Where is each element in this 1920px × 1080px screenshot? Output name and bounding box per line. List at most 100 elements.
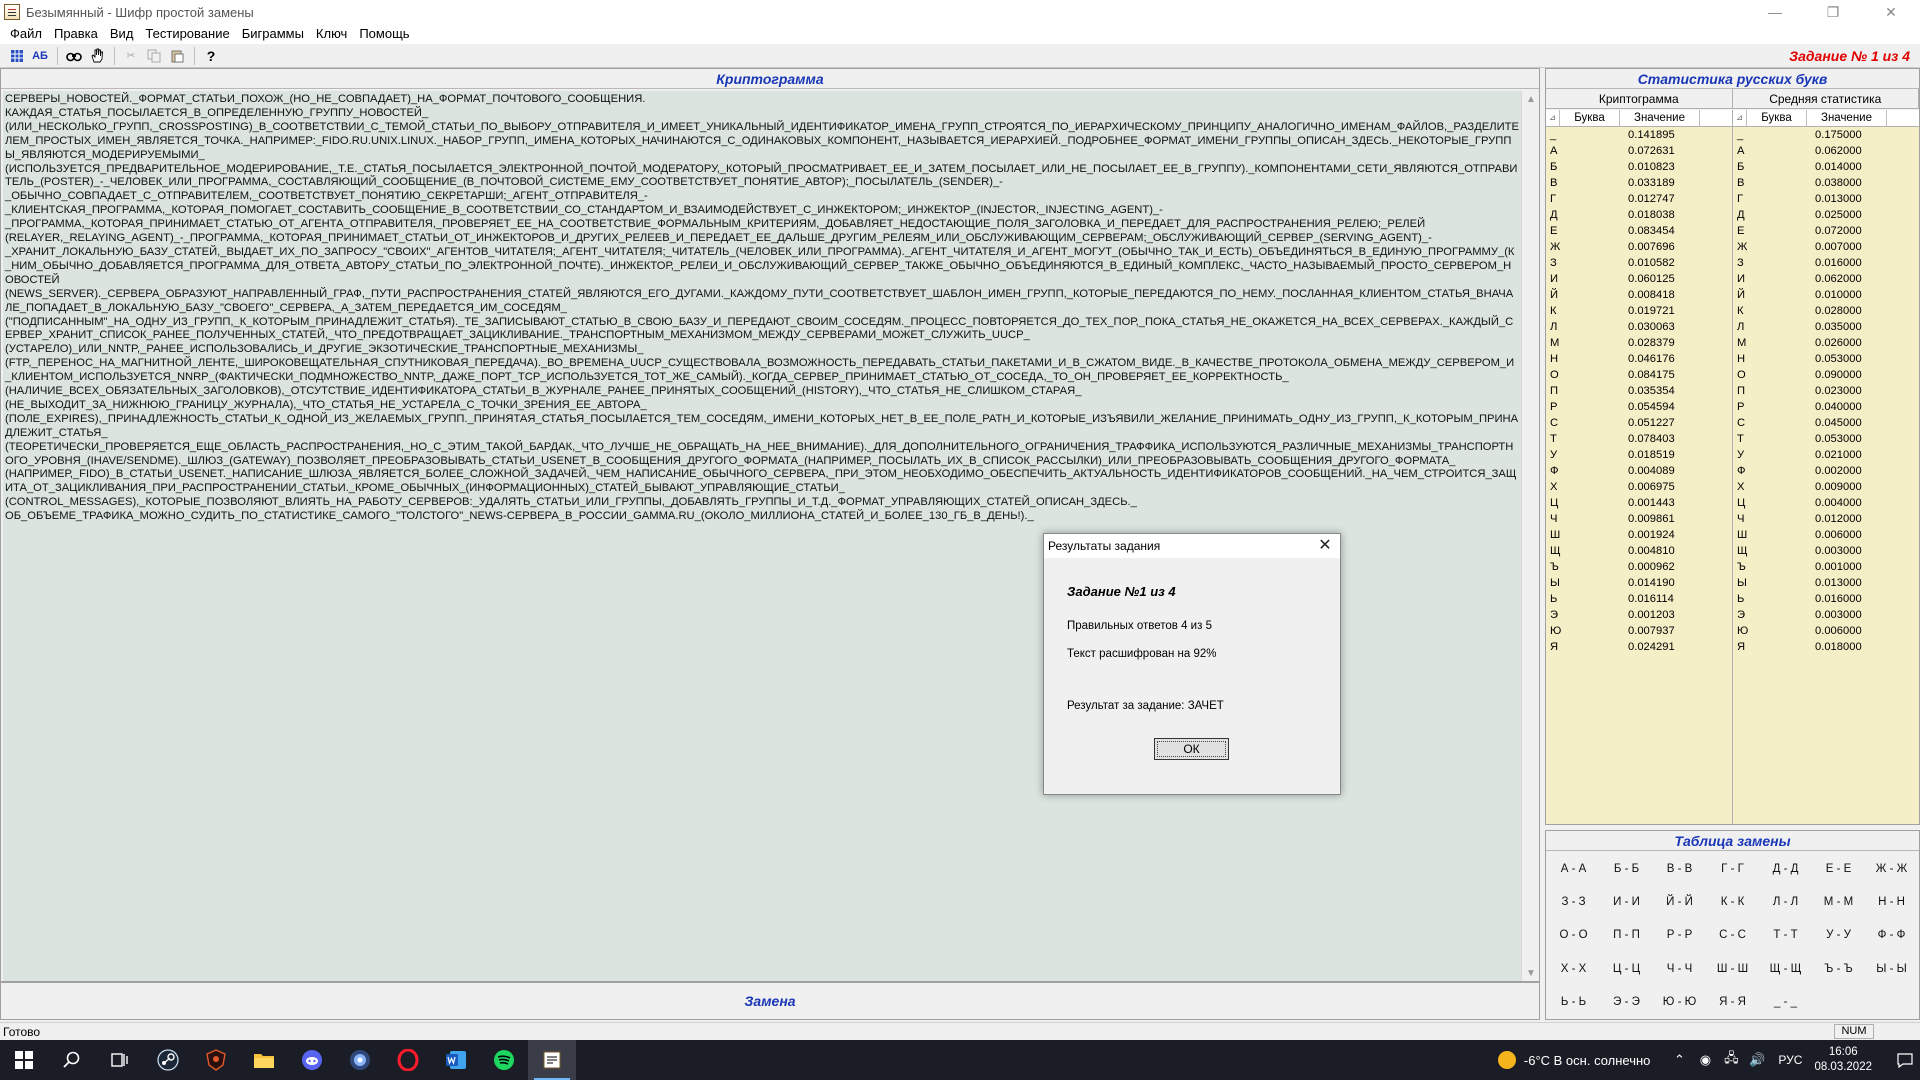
table-row[interactable]: Г 0.012747 — [1546, 191, 1732, 207]
substitution-cell[interactable]: К - К — [1706, 885, 1759, 918]
table-row[interactable]: Щ 0.003000 — [1733, 543, 1919, 559]
table-row[interactable]: С 0.045000 — [1733, 415, 1919, 431]
table-row[interactable]: М 0.026000 — [1733, 335, 1919, 351]
table-row[interactable]: Ш 0.006000 — [1733, 527, 1919, 543]
column-value[interactable]: Значение — [1807, 110, 1887, 126]
sort-icon[interactable]: ⊿ — [1733, 110, 1747, 126]
substitution-cell[interactable]: С - С — [1706, 919, 1759, 952]
substitution-cell[interactable]: В - В — [1653, 852, 1706, 885]
table-row[interactable]: Э 0.003000 — [1733, 607, 1919, 623]
menu-testing[interactable]: Тестирование — [139, 24, 235, 44]
table-row[interactable]: Й 0.010000 — [1733, 287, 1919, 303]
table-row[interactable]: П 0.035354 — [1546, 383, 1732, 399]
steam-icon[interactable] — [144, 1040, 192, 1080]
sort-icon[interactable]: ⊿ — [1546, 110, 1560, 126]
substitution-cell[interactable]: Н - Н — [1865, 885, 1918, 918]
substitution-cell[interactable]: Е - Е — [1812, 852, 1865, 885]
table-row[interactable]: У 0.018519 — [1546, 447, 1732, 463]
table-row[interactable]: А 0.072631 — [1546, 143, 1732, 159]
cut-icon[interactable]: ✂ — [120, 46, 142, 66]
substitution-cell[interactable]: Р - Р — [1653, 919, 1706, 952]
substitution-cell[interactable]: Ш - Ш — [1706, 952, 1759, 985]
table-row[interactable]: Т 0.078403 — [1546, 431, 1732, 447]
table-row[interactable]: В 0.033189 — [1546, 175, 1732, 191]
substitution-cell[interactable]: И - И — [1600, 885, 1653, 918]
menu-edit[interactable]: Правка — [48, 24, 104, 44]
substitution-cell[interactable]: Б - Б — [1600, 852, 1653, 885]
table-row[interactable]: Ш 0.001924 — [1546, 527, 1732, 543]
hand-icon[interactable] — [86, 46, 108, 66]
shield-app-icon[interactable] — [192, 1040, 240, 1080]
grid-icon[interactable] — [6, 46, 28, 66]
substitution-cell[interactable]: О - О — [1547, 919, 1600, 952]
discord-icon[interactable] — [288, 1040, 336, 1080]
table-row[interactable]: Ю 0.007937 — [1546, 623, 1732, 639]
file-explorer-icon[interactable] — [240, 1040, 288, 1080]
table-row[interactable]: Ы 0.014190 — [1546, 575, 1732, 591]
menu-key[interactable]: Ключ — [310, 24, 353, 44]
substitution-cell[interactable]: У - У — [1812, 919, 1865, 952]
task-view-icon[interactable] — [96, 1040, 144, 1080]
table-row[interactable]: Щ 0.004810 — [1546, 543, 1732, 559]
table-row[interactable]: С 0.051227 — [1546, 415, 1732, 431]
table-row[interactable]: Ц 0.001443 — [1546, 495, 1732, 511]
substitution-cell[interactable]: Л - Л — [1759, 885, 1812, 918]
table-row[interactable]: О 0.084175 — [1546, 367, 1732, 383]
menu-help[interactable]: Помощь — [353, 24, 415, 44]
spotify-icon[interactable] — [480, 1040, 528, 1080]
table-row[interactable]: В 0.038000 — [1733, 175, 1919, 191]
table-row[interactable]: _ 0.175000 — [1733, 127, 1919, 143]
table-row[interactable]: К 0.028000 — [1733, 303, 1919, 319]
substitution-cell[interactable]: Щ - Щ — [1759, 952, 1812, 985]
table-row[interactable]: У 0.021000 — [1733, 447, 1919, 463]
table-row[interactable]: Е 0.072000 — [1733, 223, 1919, 239]
table-row[interactable]: Ч 0.012000 — [1733, 511, 1919, 527]
substitution-cell[interactable]: М - М — [1812, 885, 1865, 918]
table-row[interactable]: Ц 0.004000 — [1733, 495, 1919, 511]
scroll-up-icon[interactable]: ▲ — [1522, 91, 1540, 107]
substitution-cell[interactable]: Х - Х — [1547, 952, 1600, 985]
table-row[interactable]: Ю 0.006000 — [1733, 623, 1919, 639]
ab-icon[interactable]: АБ — [29, 46, 51, 66]
substitution-cell[interactable]: Ч - Ч — [1653, 952, 1706, 985]
scroll-down-icon[interactable]: ▼ — [1522, 965, 1540, 981]
substitution-cell[interactable]: Т - Т — [1759, 919, 1812, 952]
column-letter[interactable]: Буква — [1560, 110, 1620, 126]
app-tray-icon[interactable]: ◉ — [1695, 1052, 1715, 1068]
table-row[interactable]: Х 0.006975 — [1546, 479, 1732, 495]
substitution-cell[interactable]: Ф - Ф — [1865, 919, 1918, 952]
ok-button[interactable]: ОК — [1154, 738, 1229, 760]
table-row[interactable]: Х 0.009000 — [1733, 479, 1919, 495]
table-row[interactable]: К 0.019721 — [1546, 303, 1732, 319]
table-row[interactable]: З 0.016000 — [1733, 255, 1919, 271]
substitution-cell[interactable]: Я - Я — [1706, 986, 1759, 1019]
word-icon[interactable] — [432, 1040, 480, 1080]
table-row[interactable]: Ъ 0.001000 — [1733, 559, 1919, 575]
average-stats-table[interactable]: ⊿ Буква Значение _ 0.175000 А 0.062000 Б 0.01… — [1733, 110, 1919, 824]
cryptogram-stats-table[interactable]: ⊿ Буква Значение _ 0.141895 А 0.072631 Б 0.01… — [1546, 110, 1732, 824]
menu-file[interactable]: Файл — [4, 24, 48, 44]
restore-button[interactable]: ❐ — [1804, 0, 1862, 24]
chevron-up-icon[interactable]: ⌃ — [1669, 1052, 1689, 1068]
table-row[interactable]: Д 0.018038 — [1546, 207, 1732, 223]
substitution-cell[interactable]: Й - Й — [1653, 885, 1706, 918]
opera-icon[interactable] — [384, 1040, 432, 1080]
table-row[interactable]: Б 0.014000 — [1733, 159, 1919, 175]
substitution-cell[interactable]: Ъ - Ъ — [1812, 952, 1865, 985]
browser-icon[interactable] — [336, 1040, 384, 1080]
table-row[interactable]: Р 0.040000 — [1733, 399, 1919, 415]
language-indicator[interactable]: РУС — [1778, 1053, 1802, 1067]
binoculars-icon[interactable] — [63, 46, 85, 66]
substitution-cell[interactable]: З - З — [1547, 885, 1600, 918]
table-row[interactable]: М 0.028379 — [1546, 335, 1732, 351]
table-row[interactable]: И 0.062000 — [1733, 271, 1919, 287]
menu-view[interactable]: Вид — [104, 24, 140, 44]
menu-bigrams[interactable]: Биграммы — [236, 24, 310, 44]
table-row[interactable]: _ 0.141895 — [1546, 127, 1732, 143]
copy-icon[interactable] — [143, 46, 165, 66]
table-row[interactable]: Ф 0.002000 — [1733, 463, 1919, 479]
table-row[interactable]: Ф 0.004089 — [1546, 463, 1732, 479]
weather-widget[interactable]: -6°C В осн. солнечно — [1497, 1051, 1650, 1069]
table-row[interactable]: И 0.060125 — [1546, 271, 1732, 287]
table-row[interactable]: Ж 0.007696 — [1546, 239, 1732, 255]
